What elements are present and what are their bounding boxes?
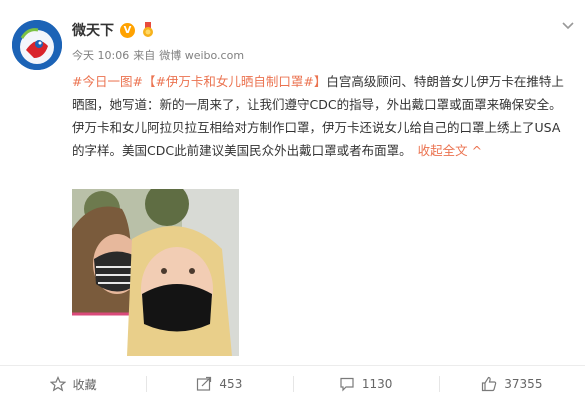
chevron-down-icon[interactable] [561,18,575,32]
weibo-post-card: 微天下 V 今天 10:06 来自 微博 weibo.com #今日一图#【#伊… [0,0,585,402]
comment-count: 1130 [361,377,393,391]
action-bar: 收藏 453 1130 37355 [0,366,585,402]
medal-icon [143,22,153,37]
source-prefix: 来自 [133,49,156,62]
like-count: 37355 [504,377,543,391]
post-time[interactable]: 今天 10:06 [72,47,129,63]
author-avatar[interactable] [12,20,62,70]
post-source[interactable]: 微博 weibo.com [159,47,244,63]
favorite-button[interactable]: 收藏 [0,366,146,402]
comment-icon [340,377,354,392]
repost-button[interactable]: 453 [146,366,292,402]
topic-link[interactable]: 【#伊万卡和女儿晒自制口罩#】 [143,74,326,89]
star-icon [49,376,66,392]
post-text: #今日一图#【#伊万卡和女儿晒自制口罩#】白宫高级顾问、特朗普女儿伊万卡在推特上… [72,70,572,162]
post-photo[interactable] [72,189,239,356]
post-meta: 今天 10:06 来自 微博 weibo.com [72,47,244,63]
collapse-button[interactable]: 收起全文 ^ [418,143,482,158]
favorite-label: 收藏 [72,377,97,392]
collapse-label: 收起全文 [417,143,468,158]
repost-icon [197,376,212,391]
verified-icon: V [120,22,135,38]
topic-link[interactable]: #今日一图# [72,74,143,89]
repost-count: 453 [219,377,243,391]
comment-button[interactable]: 1130 [292,366,439,402]
like-button[interactable]: 37355 [438,366,585,402]
thumbs-up-icon [482,376,497,392]
chevron-up-icon: ^ [471,143,483,158]
author-name[interactable]: 微天下 [72,20,114,40]
